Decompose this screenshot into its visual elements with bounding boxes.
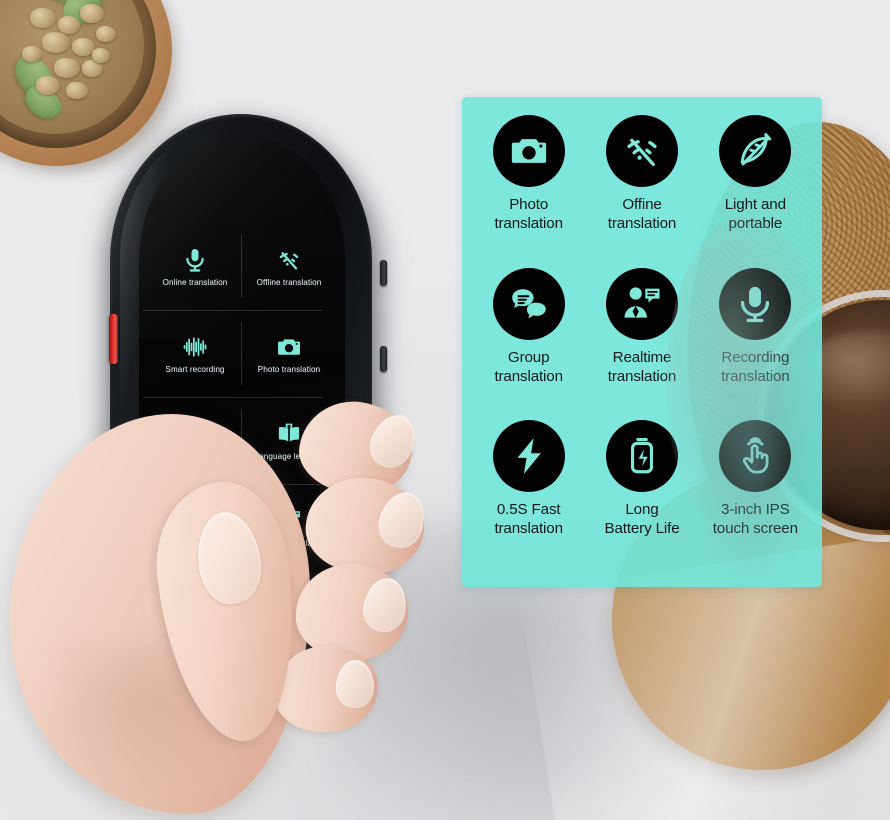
feature-group-translation: Group translation xyxy=(472,267,585,421)
feature-label: Photo translation xyxy=(494,196,563,232)
hand-holding-device xyxy=(0,392,470,820)
feature-highlights-panel: Photo translation Offine translation Lig… xyxy=(462,97,822,587)
product-photo-scene: Online translation Offline translation S… xyxy=(0,0,890,820)
menu-item-photo-translation[interactable]: Photo translation xyxy=(242,310,336,397)
menu-item-label: Smart recording xyxy=(165,365,225,375)
person-chat-icon xyxy=(605,267,678,340)
device-side-button-top[interactable] xyxy=(380,260,387,286)
battery-charging-icon xyxy=(605,420,678,493)
feature-offline-translation: Offine translation xyxy=(585,115,698,268)
menu-item-smart-recording[interactable]: Smart recording xyxy=(148,310,242,397)
feature-label: Long Battery Life xyxy=(604,501,680,538)
device-side-button-bottom[interactable] xyxy=(380,346,387,372)
feature-label: 3-inch IPS touch screen xyxy=(712,501,798,538)
camera-icon xyxy=(492,115,565,187)
lightning-bolt-icon xyxy=(492,420,565,493)
device-red-side-button[interactable] xyxy=(109,314,118,364)
waveform-icon xyxy=(179,332,211,362)
feature-label: Offine translation xyxy=(607,196,677,232)
menu-item-online-translation[interactable]: Online translation xyxy=(148,223,242,310)
chat-bubbles-icon xyxy=(492,267,565,340)
wifi-off-icon xyxy=(273,245,305,275)
feature-realtime-translation: Realtime translation xyxy=(585,267,698,421)
feature-battery-life: Long Battery Life xyxy=(585,420,698,573)
feature-label: Recording translation xyxy=(721,348,790,385)
feature-fast-translation: 0.5S Fast translation xyxy=(472,420,585,573)
microphone-icon xyxy=(719,267,792,340)
feature-label: Group translation xyxy=(494,348,563,385)
feature-label: Light and portable xyxy=(724,196,786,232)
menu-item-label: Offline translation xyxy=(256,278,322,288)
touch-hand-icon xyxy=(719,420,792,493)
microphone-icon xyxy=(179,245,211,275)
feature-label: 0.5S Fast translation xyxy=(494,501,563,538)
feature-photo-translation: Photo translation xyxy=(472,115,585,268)
feature-touch-screen: 3-inch IPS touch screen xyxy=(699,420,812,573)
menu-item-label: Online translation xyxy=(162,278,228,288)
feature-label: Realtime translation xyxy=(607,348,677,385)
feather-icon xyxy=(719,115,792,187)
menu-item-offline-translation[interactable]: Offline translation xyxy=(242,223,336,310)
wifi-off-icon xyxy=(605,115,678,187)
menu-item-label: Photo translation xyxy=(257,365,321,375)
feature-light-and-portable: Light and portable xyxy=(699,115,812,268)
camera-icon xyxy=(273,332,305,362)
feature-recording-translation: Recording translation xyxy=(699,267,812,421)
